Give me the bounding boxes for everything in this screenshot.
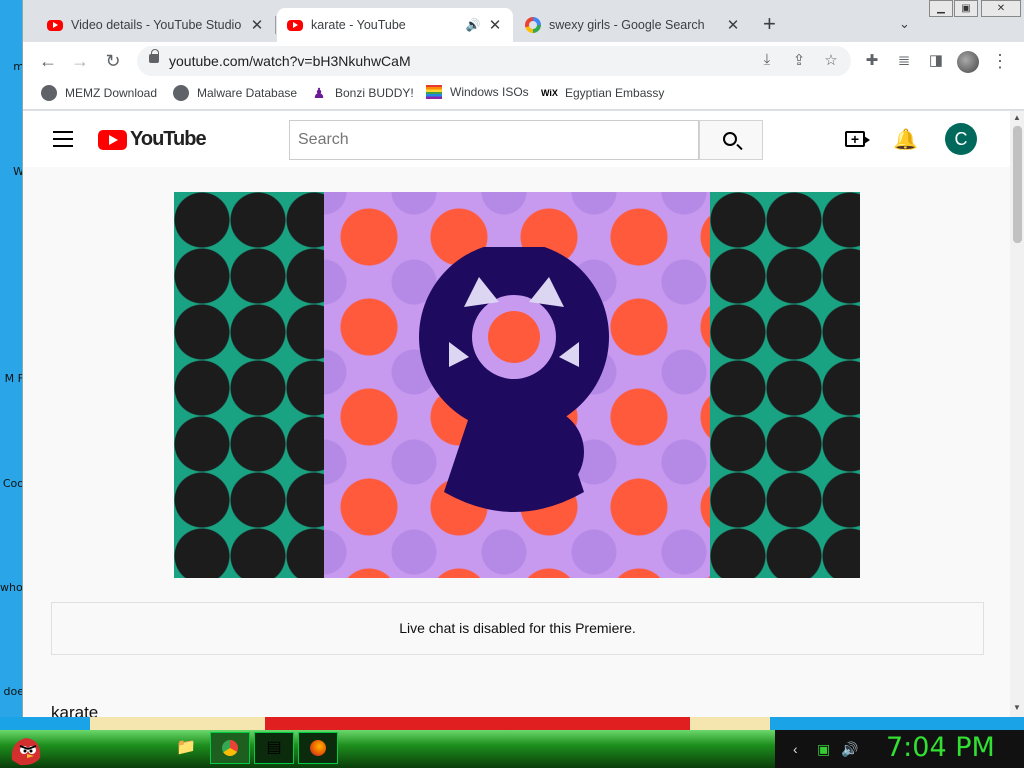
tab-divider (275, 16, 276, 34)
desktop-icon-label[interactable]: who us (0, 581, 24, 594)
new-tab-button[interactable]: + (763, 13, 776, 35)
youtube-header: YouTube Search + 🔔 C (23, 111, 1010, 167)
bookmark-windows-isos[interactable]: Windows ISOs (426, 85, 529, 99)
address-bar[interactable]: youtube.com/watch?v=bH3NkuhwCaM ⤓ ⇪ ☆ (137, 46, 851, 76)
hamburger-menu-icon[interactable] (53, 131, 73, 147)
video-pattern-right (710, 192, 860, 578)
video-player[interactable] (174, 192, 860, 578)
bookmark-label: Malware Database (197, 86, 298, 100)
bookmark-label: Windows ISOs (450, 85, 529, 99)
install-icon[interactable]: ⤓ (757, 51, 777, 68)
chrome-icon (222, 740, 238, 756)
bookmark-label: Egyptian Embassy (565, 86, 665, 100)
firefox-icon[interactable] (298, 732, 338, 764)
taskbar: 📁 ▤ ‹ ▣ 🔊 7:04 PM (0, 730, 1024, 768)
bookmark-egyptian-embassy[interactable]: WiX Egyptian Embassy (541, 85, 664, 101)
chevron-left-icon[interactable]: ‹ (793, 741, 798, 757)
desktop-icon-label[interactable]: M F (0, 372, 24, 385)
page-scrollbar[interactable]: ▲ ▼ (1010, 111, 1024, 718)
reload-icon[interactable]: ↻ (102, 50, 124, 72)
back-icon[interactable]: ← (37, 50, 59, 72)
wallpaper-strip (0, 717, 1024, 731)
youtube-icon (287, 19, 303, 31)
taskbar-clock[interactable]: 7:04 PM (886, 732, 995, 763)
url-text[interactable]: youtube.com/watch?v=bH3NkuhwCaM (169, 53, 411, 69)
speaker-icon[interactable]: 🔊 (465, 18, 481, 32)
forward-icon[interactable]: → (69, 50, 91, 72)
youtube-play-icon (98, 129, 127, 150)
scroll-up-icon[interactable]: ▲ (1013, 113, 1021, 122)
firefox-logo (310, 740, 326, 756)
minimize-button[interactable]: ▁ (929, 0, 953, 17)
notepad-icon[interactable]: ▤ (254, 732, 294, 764)
lock-icon (149, 49, 159, 63)
tab-title: swexy girls - Google Search (549, 18, 705, 32)
youtube-page: YouTube Search + 🔔 C Live chat is disabl… (23, 111, 1010, 718)
maximize-button[interactable]: ▣ (954, 0, 978, 17)
tab-karate[interactable]: karate - YouTube 🔊 ✕ (277, 8, 513, 42)
browser-toolbar: ← → ↻ youtube.com/watch?v=bH3NkuhwCaM ⤓ … (23, 42, 1024, 80)
live-chat-notice: Live chat is disabled for this Premiere. (51, 602, 984, 655)
browser-window: Video details - YouTube Studio ✕ karate … (22, 0, 1024, 718)
rainbow-flag-icon (426, 85, 442, 99)
network-icon[interactable]: ▣ (817, 741, 830, 758)
menu-icon[interactable]: ⋮ (989, 50, 1011, 72)
tab-google-search[interactable]: swexy girls - Google Search ✕ (515, 8, 751, 42)
tab-youtube-studio[interactable]: Video details - YouTube Studio ✕ (37, 8, 276, 42)
search-icon (723, 132, 737, 146)
avatar[interactable]: C (945, 123, 977, 155)
globe-icon (41, 85, 57, 101)
tab-title: Video details - YouTube Studio (71, 18, 242, 32)
extensions-icon[interactable]: ✚ (861, 50, 883, 72)
close-icon[interactable]: ✕ (249, 16, 265, 34)
bookmark-label: Bonzi BUDDY! (335, 86, 414, 100)
share-icon[interactable]: ⇪ (789, 51, 809, 69)
chevron-down-icon[interactable]: ⌄ (899, 16, 910, 32)
side-panel-icon[interactable]: ◨ (925, 50, 947, 72)
profile-avatar[interactable] (957, 51, 979, 73)
desktop-icon-label[interactable]: doe (0, 685, 24, 698)
bookmark-malware-database[interactable]: Malware Database (173, 85, 297, 101)
tab-strip: Video details - YouTube Studio ✕ karate … (23, 0, 1024, 42)
volume-icon[interactable]: 🔊 (841, 741, 858, 758)
close-window-button[interactable]: ✕ (981, 0, 1021, 17)
video-title: karate (51, 703, 99, 718)
search-input[interactable]: Search (289, 120, 699, 160)
wix-icon: WiX (541, 88, 558, 98)
globe-icon (173, 85, 189, 101)
desktop-icon-label[interactable]: W (0, 165, 24, 178)
video-frame-center (324, 192, 710, 578)
youtube-logo[interactable]: YouTube (98, 128, 207, 151)
karate-emblem (419, 247, 609, 512)
scroll-down-icon[interactable]: ▼ (1013, 703, 1021, 712)
media-control-icon[interactable]: ≣ (893, 50, 915, 72)
bell-icon[interactable]: 🔔 (893, 127, 918, 152)
close-icon[interactable]: ✕ (725, 16, 741, 34)
tab-title: karate - YouTube (311, 18, 406, 32)
youtube-wordmark: YouTube (130, 128, 207, 150)
angry-bird-start-icon[interactable] (6, 730, 46, 768)
bookmarks-bar: MEMZ Download Malware Database ♟ Bonzi B… (23, 80, 1024, 110)
google-icon (525, 17, 541, 33)
search-button[interactable] (699, 120, 763, 160)
chrome-taskbar-button[interactable] (210, 732, 250, 764)
youtube-icon (47, 19, 63, 31)
close-icon[interactable]: ✕ (487, 16, 503, 34)
video-pattern-left (174, 192, 324, 578)
bookmark-label: MEMZ Download (65, 86, 158, 100)
bookmark-memz[interactable]: MEMZ Download (41, 85, 157, 101)
bookmark-bonzi[interactable]: ♟ Bonzi BUDDY! (311, 85, 414, 101)
bonzi-icon: ♟ (312, 85, 326, 101)
star-icon[interactable]: ☆ (821, 51, 841, 69)
create-video-icon[interactable]: + (845, 131, 870, 147)
desktop-icon-label[interactable]: m (0, 60, 24, 73)
folder-icon[interactable]: 📁 (166, 732, 206, 764)
scrollbar-thumb[interactable] (1013, 126, 1022, 243)
desktop-icon-label[interactable]: Coo (0, 477, 24, 490)
